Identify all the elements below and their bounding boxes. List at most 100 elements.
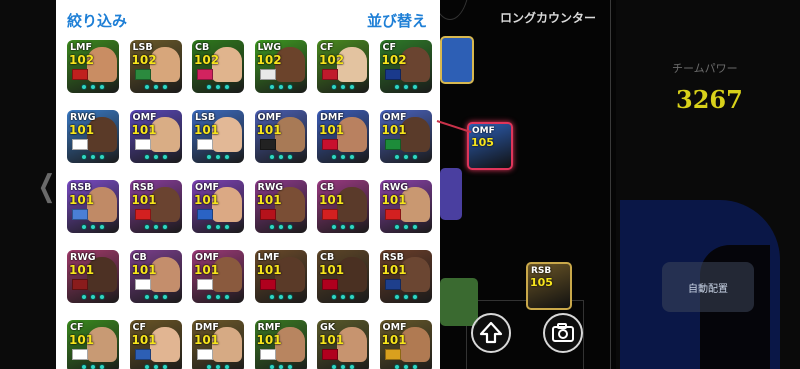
skill-dot-icon	[143, 294, 150, 300]
nation-flag-icon	[197, 209, 213, 220]
player-position: OMF	[472, 126, 495, 136]
skill-dot-icon	[99, 224, 105, 230]
skill-dots	[317, 224, 369, 232]
player-rating: 101	[319, 333, 345, 347]
skill-dots	[130, 224, 182, 232]
skill-dot-icon	[286, 294, 293, 300]
arrow-up-button[interactable]	[471, 313, 511, 353]
pitch-player-card[interactable]: OMF 105	[467, 122, 513, 170]
player-card[interactable]: RWG 101	[67, 110, 119, 163]
skill-dot-icon	[90, 364, 96, 369]
nation-flag-icon	[322, 209, 338, 220]
pitch-player-card[interactable]: RSB 105	[526, 262, 572, 310]
player-rating: 101	[319, 263, 345, 277]
player-rating: 102	[131, 53, 157, 67]
player-card[interactable]: LMF 102	[67, 40, 119, 93]
player-card[interactable]: CF 102	[317, 40, 369, 93]
player-card[interactable]: DMF 101	[317, 110, 369, 163]
player-card[interactable]: LSB 102	[129, 40, 182, 93]
auto-placement-button[interactable]: 自動配置	[662, 262, 754, 312]
player-card[interactable]: RSB 101	[67, 180, 119, 233]
player-rating: 102	[69, 53, 95, 67]
nation-flag-icon	[322, 349, 338, 360]
player-rating: 101	[69, 193, 95, 207]
player-card[interactable]: OMF 101	[379, 320, 432, 369]
skill-dots	[130, 154, 182, 162]
pitch-player-card-partial[interactable]	[440, 36, 474, 84]
nation-flag-icon	[134, 69, 151, 80]
player-card[interactable]: CB 101	[317, 180, 369, 233]
camera-button[interactable]	[543, 313, 583, 353]
nation-flag-icon	[134, 209, 151, 220]
player-position: OMF	[382, 322, 407, 333]
nation-flag-icon	[72, 139, 88, 150]
team-power-label: チームパワー	[672, 62, 738, 75]
nation-flag-icon	[134, 279, 151, 290]
player-position: RWG	[70, 112, 96, 123]
player-card[interactable]: OMF 101	[129, 110, 182, 163]
player-rating: 101	[131, 333, 157, 347]
player-card[interactable]: CB 101	[129, 250, 182, 303]
skill-dot-icon	[152, 364, 159, 369]
skill-dot-icon	[286, 364, 293, 369]
skill-dots	[317, 364, 369, 369]
player-card[interactable]: CB 102	[192, 40, 244, 93]
player-rating: 101	[194, 123, 220, 137]
skill-dot-icon	[393, 84, 400, 90]
player-card[interactable]: RSB 101	[129, 180, 182, 233]
skill-dot-icon	[277, 224, 284, 230]
player-card[interactable]: CF 101	[67, 320, 119, 369]
skill-dot-icon	[215, 84, 221, 90]
skill-dots	[130, 364, 182, 369]
nation-flag-icon	[384, 279, 401, 290]
player-card[interactable]: CB 101	[317, 250, 369, 303]
nation-flag-icon	[384, 139, 401, 150]
player-position: CB	[320, 252, 335, 263]
skill-dot-icon	[402, 294, 409, 300]
player-list-panel: 絞り込み 並び替え LMF 102 LSB 102 CB 102 LWG 102 CF 102 CF…	[56, 0, 440, 369]
player-position: CB	[320, 182, 335, 193]
player-card[interactable]: CF 101	[129, 320, 182, 369]
skill-dot-icon	[277, 154, 284, 160]
player-card[interactable]: RWG 101	[379, 180, 432, 233]
pitch-player-card-partial[interactable]	[440, 168, 462, 220]
nation-flag-icon	[259, 279, 276, 290]
player-position: CB	[195, 42, 210, 53]
player-position: RWG	[382, 182, 409, 193]
player-card[interactable]: GK 101	[317, 320, 369, 369]
player-card[interactable]: RMF 101	[254, 320, 307, 369]
player-card[interactable]: DMF 101	[192, 320, 244, 369]
skill-dot-icon	[393, 364, 400, 369]
skill-dot-icon	[161, 364, 168, 369]
sort-button[interactable]: 並び替え	[367, 10, 427, 31]
player-rating: 101	[381, 123, 407, 137]
player-card[interactable]: RSB 101	[379, 250, 432, 303]
chevron-left-icon[interactable]: ❮	[38, 172, 56, 202]
arrow-up-icon	[479, 321, 503, 344]
skill-dot-icon	[206, 84, 212, 90]
pitch-line	[610, 0, 611, 369]
player-card[interactable]: LSB 101	[192, 110, 244, 163]
nation-flag-icon	[134, 349, 151, 360]
player-card[interactable]: OMF 101	[192, 180, 244, 233]
player-card[interactable]: RWG 101	[67, 250, 119, 303]
player-card[interactable]: RWG 101	[254, 180, 307, 233]
skill-dots	[255, 84, 307, 92]
skill-dot-icon	[411, 224, 418, 230]
player-card[interactable]: OMF 101	[192, 250, 244, 303]
player-position: LMF	[70, 42, 92, 53]
skill-dot-icon	[99, 364, 105, 369]
player-card[interactable]: LWG 102	[254, 40, 307, 93]
skill-dots	[192, 154, 244, 162]
player-card[interactable]: OMF 101	[379, 110, 432, 163]
player-card[interactable]: CF 102	[379, 40, 432, 93]
player-card[interactable]: OMF 101	[254, 110, 307, 163]
skill-dots	[380, 84, 432, 92]
left-strip: ❮	[0, 0, 56, 369]
player-card[interactable]: LMF 101	[254, 250, 307, 303]
skill-dot-icon	[224, 294, 230, 300]
skill-dot-icon	[393, 154, 400, 160]
player-rating: 102	[381, 53, 407, 67]
skill-dot-icon	[331, 154, 337, 160]
filter-button[interactable]: 絞り込み	[67, 10, 127, 31]
